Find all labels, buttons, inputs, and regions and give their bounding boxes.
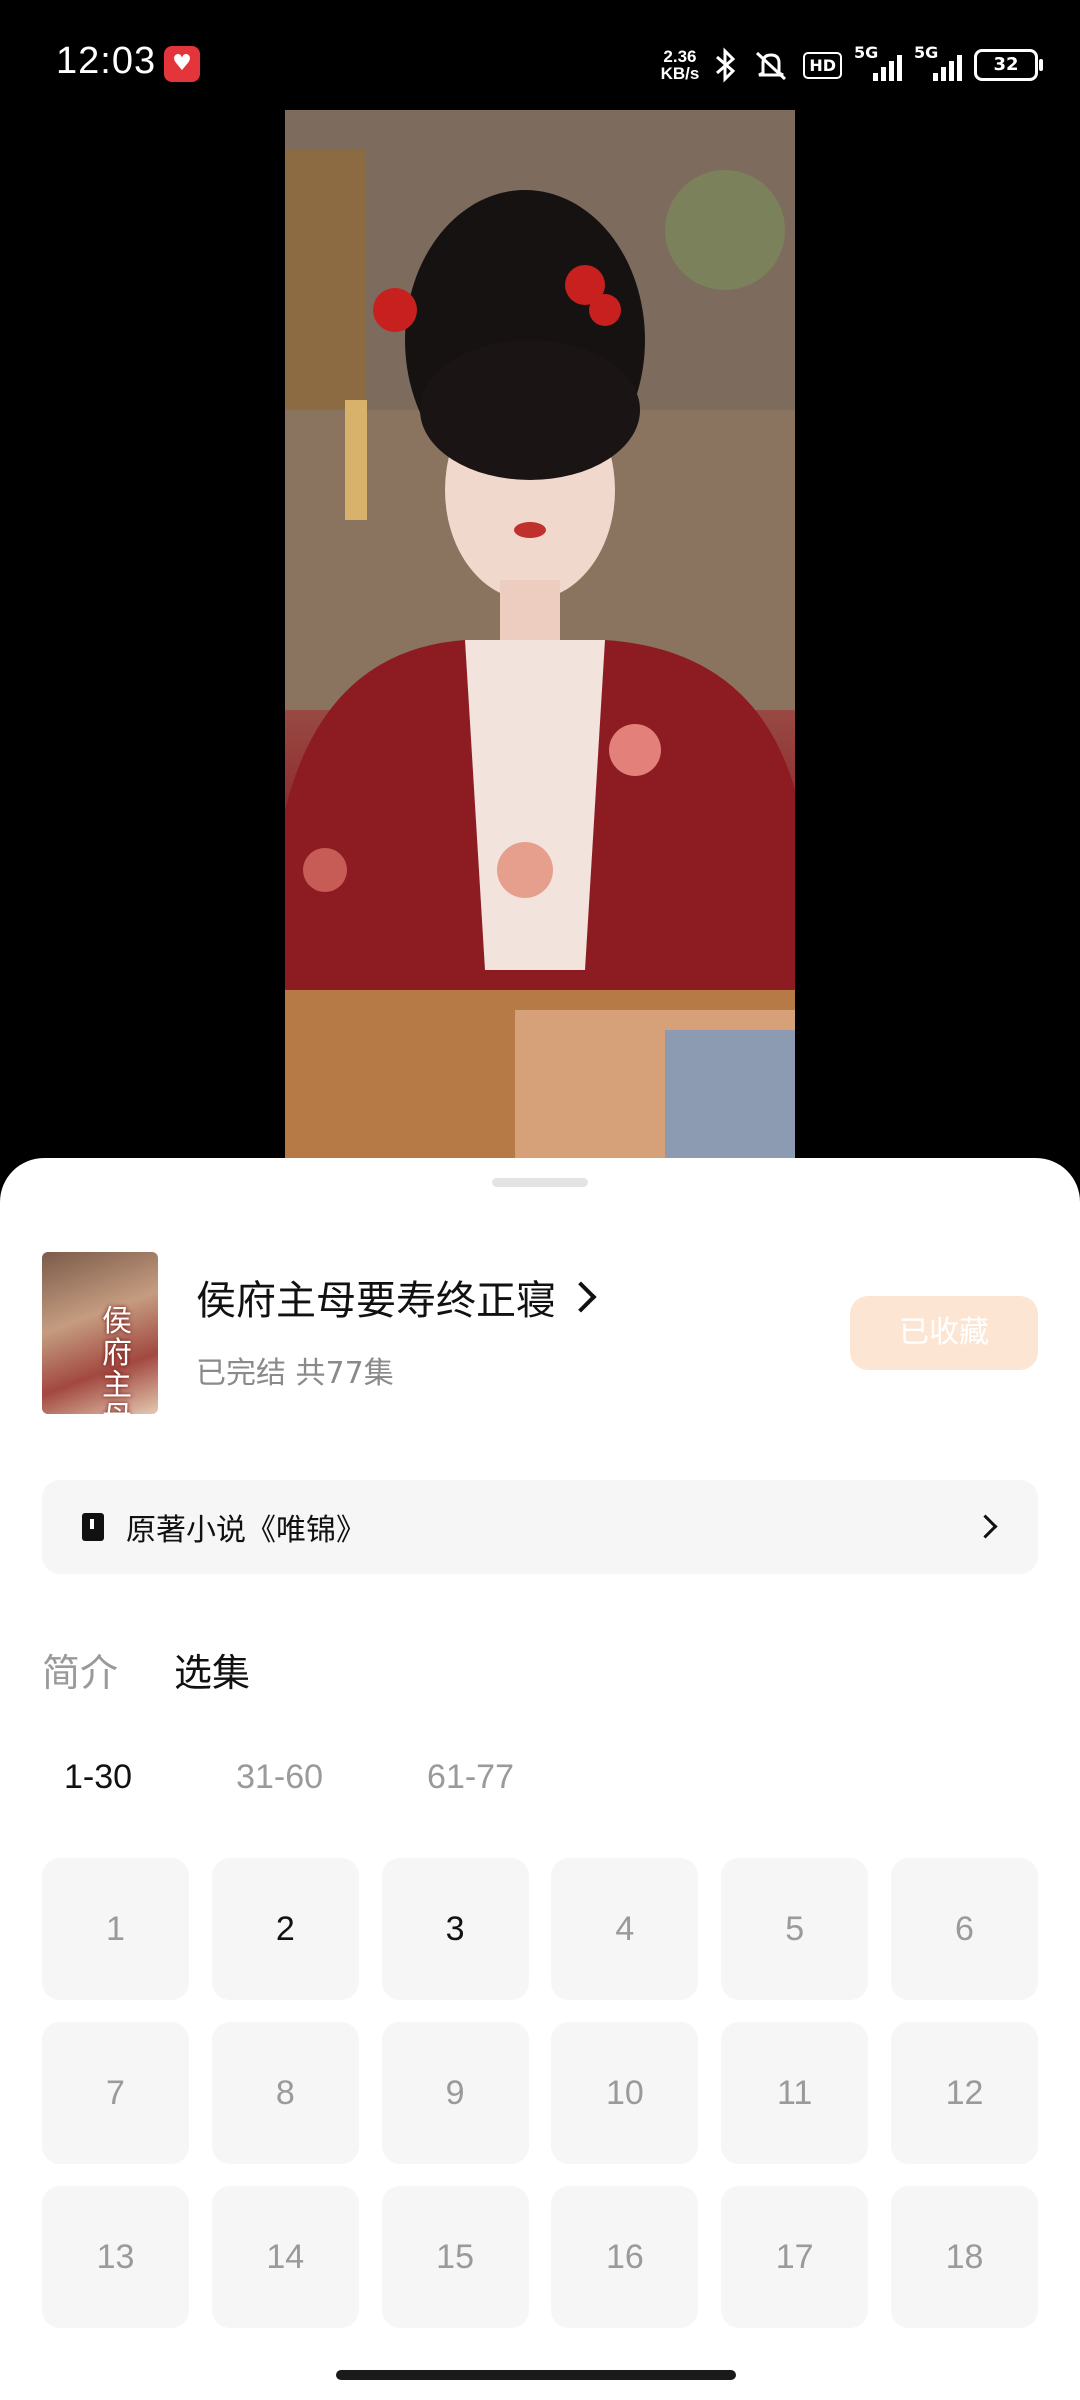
home-indicator[interactable] <box>336 2370 736 2380</box>
status-icons: 2.36 KB/s HD 5G 5G 32 <box>661 40 1043 90</box>
episode-tile[interactable]: 4 <box>551 1858 699 2000</box>
range-1-30[interactable]: 1-30 <box>64 1758 132 1797</box>
range-31-60[interactable]: 31-60 <box>236 1758 323 1797</box>
episode-tile[interactable]: 9 <box>381 2022 529 2164</box>
app-notification-icon: ♥ <box>164 46 200 82</box>
hd-badge: HD <box>803 51 842 79</box>
favorite-button[interactable]: 已收藏 <box>850 1296 1038 1370</box>
episode-tile[interactable]: 2 <box>211 1858 359 2000</box>
poster-title: 侯府主母 <box>102 1304 132 1415</box>
drama-status: 已完结 共77集 <box>196 1356 394 1391</box>
episode-tile[interactable]: 10 <box>551 2022 699 2164</box>
episode-tile[interactable]: 8 <box>211 2022 359 2164</box>
signal-1-icon: 5G <box>854 43 902 81</box>
bluetooth-icon <box>716 47 736 83</box>
drama-title-link[interactable]: 侯府主母要寿终正寝 <box>196 1268 597 1326</box>
tab-intro[interactable]: 简介 <box>42 1642 118 1697</box>
episode-tile[interactable]: 13 <box>42 2186 189 2328</box>
net-speed-value: 2.36 <box>663 47 697 66</box>
episode-tile[interactable]: 17 <box>721 2186 869 2328</box>
episode-tile[interactable]: 15 <box>381 2186 529 2328</box>
drama-title: 侯府主母要寿终正寝 <box>196 1278 556 1324</box>
episode-sheet: 侯府主母 侯府主母要寿终正寝 已完结 共77集 已收藏 原著小说《唯锦》 简介 … <box>0 1158 1080 2400</box>
episode-tile[interactable]: 16 <box>551 2186 699 2328</box>
range-61-77[interactable]: 61-77 <box>427 1758 514 1797</box>
video-player[interactable] <box>285 110 795 1160</box>
original-novel-link[interactable]: 原著小说《唯锦》 <box>42 1480 1038 1574</box>
battery-icon: 32 <box>974 49 1043 81</box>
novel-label: 原著小说《唯锦》 <box>126 1513 366 1548</box>
network-speed: 2.36 KB/s <box>661 48 700 82</box>
mute-icon <box>756 51 787 81</box>
episode-tile[interactable]: 12 <box>890 2022 1038 2164</box>
episode-tile[interactable]: 5 <box>721 1858 869 2000</box>
episode-tile[interactable]: 3 <box>381 1858 529 2000</box>
episode-tile[interactable]: 18 <box>890 2186 1038 2328</box>
tab-episodes[interactable]: 选集 <box>174 1642 250 1697</box>
episode-tile[interactable]: 14 <box>211 2186 359 2328</box>
episode-tile[interactable]: 11 <box>721 2022 869 2164</box>
video-still <box>285 110 795 1160</box>
book-icon <box>82 1513 104 1541</box>
chevron-right-icon <box>973 1514 998 1539</box>
net-speed-unit: KB/s <box>660 64 700 83</box>
drama-poster[interactable]: 侯府主母 <box>42 1252 158 1414</box>
chevron-right-icon <box>565 1281 597 1313</box>
status-time: 12:03 <box>56 40 157 82</box>
drag-handle[interactable] <box>492 1178 588 1187</box>
tab-bar: 简介 选集 <box>42 1642 250 1697</box>
episode-grid: 1 2 3 4 5 6 7 8 9 10 11 12 13 14 15 16 1… <box>42 1858 1038 2328</box>
episode-tile[interactable]: 1 <box>42 1858 189 2000</box>
episode-tile[interactable]: 7 <box>42 2022 189 2164</box>
episode-tile[interactable]: 6 <box>890 1858 1038 2000</box>
episode-range-selector: 1-30 31-60 61-77 <box>64 1758 514 1797</box>
signal-2-icon: 5G <box>914 43 962 81</box>
